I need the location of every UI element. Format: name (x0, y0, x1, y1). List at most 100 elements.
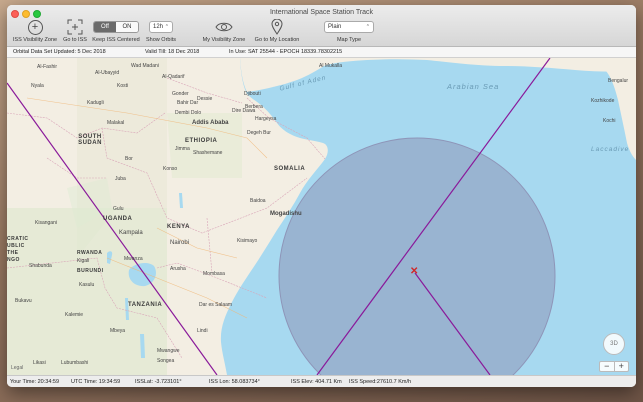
city-kozhikode: Kozhikode (591, 98, 615, 104)
city-lindi: Lindi (197, 328, 208, 334)
window-title: International Space Station Track (269, 9, 374, 16)
label-ethiopia: ETHIOPIA (185, 138, 218, 144)
go-to-my-location-label: Go to My Location (254, 37, 300, 43)
iss-elevation: ISS Elev: 404.71 Km (291, 379, 342, 385)
city-degeh-bur: Degeh Bur (247, 130, 271, 136)
city-dessie: Dessie (197, 96, 213, 102)
city-baidoa: Baidoa (250, 198, 266, 204)
city-kosti: Kosti (117, 83, 129, 89)
city-al-ubayyid: Al-Ubayyid (95, 70, 120, 76)
city-nairobi: Nairobi (170, 240, 190, 246)
label-laccadive: Laccadive (591, 146, 630, 153)
city-kisimayo: Kisimayo (237, 238, 258, 244)
city-konso: Konso (163, 166, 178, 172)
city-kisangani: Kisangani (35, 220, 57, 226)
city-mombasa: Mombasa (203, 271, 225, 277)
city-kalemie: Kalemie (65, 312, 84, 318)
city-dar-es-salaam: Dar es Salaam (199, 302, 233, 308)
iss-marker[interactable]: ✕ (410, 266, 418, 277)
data-updated: Orbital Data Set Updated: 5 Dec 2018 (13, 49, 106, 55)
city-addis-ababa: Addis Ababa (192, 120, 229, 126)
show-orbits-label: Show Orbits (146, 37, 176, 43)
city-kampala: Kampala (119, 230, 143, 236)
location-pin-icon (271, 19, 283, 35)
zoom-control: − + (599, 361, 629, 372)
city-malakal: Malakal (107, 120, 125, 126)
city-bengaluru: Bengalur (608, 78, 629, 84)
plus-circle-icon: + (27, 19, 43, 35)
iss-visibility-zone (278, 137, 556, 375)
city-likasi: Likasi (33, 360, 46, 366)
utc-time: UTC Time: 19:34:59 (71, 379, 121, 385)
chevron-updown-icon: ⌃ (365, 23, 370, 30)
my-visibility-zone-button[interactable]: My Visibility Zone (200, 19, 248, 43)
iss-visibility-zone-button[interactable]: + ISS Visibility Zone (9, 19, 61, 43)
city-berbera: Berbera (245, 104, 263, 110)
go-to-my-location-button[interactable]: Go to My Location (251, 19, 303, 43)
city-juba: Juba (115, 176, 126, 182)
city-shashemane: Shashemane (193, 150, 223, 156)
iss-speed: ISS Speed:27610.7 Km/h (349, 379, 412, 385)
label-kenya: KENYA (167, 224, 190, 230)
city-mbeya: Mbeya (110, 328, 126, 334)
label-drc: CRATIC UBLIC THE NGO (7, 236, 29, 263)
city-bukavu: Bukavu (15, 298, 32, 304)
crosshair-icon (67, 19, 83, 35)
city-songea: Songea (157, 358, 175, 364)
city-nyala: Nyala (31, 83, 44, 89)
toggle-off[interactable]: Off (94, 22, 116, 32)
city-arusha: Arusha (170, 266, 186, 272)
iss-visibility-zone-label: ISS Visibility Zone (12, 37, 58, 43)
city-mwanza: Mwanza (124, 256, 143, 262)
orbital-info-bar: Orbital Data Set Updated: 5 Dec 2018 Val… (7, 47, 636, 58)
city-al-qadarif: Al-Qadarif (162, 74, 185, 80)
keep-centered-control: Off ON Keep ISS Centered (90, 19, 142, 43)
eye-icon (215, 22, 233, 32)
city-djibouti: Djibouti (244, 91, 261, 97)
map-view[interactable]: ✕ Gulf of Aden Arabian Sea Laccadive ETH… (7, 58, 636, 375)
label-somalia: SOMALIA (274, 166, 306, 172)
keep-centered-toggle[interactable]: Off ON (93, 21, 139, 33)
city-gulu: Gulu (113, 206, 124, 212)
city-al-fashir: Al-Fashir (37, 64, 58, 70)
city-mogadishu: Mogadishu (270, 211, 302, 217)
my-visibility-zone-label: My Visibility Zone (202, 37, 246, 43)
label-arabian-sea: Arabian Sea (447, 82, 500, 91)
legal-link[interactable]: Legal (11, 365, 23, 371)
city-kasulu: Kasulu (79, 282, 95, 288)
map-type-value: Plain (328, 23, 342, 30)
chevron-updown-icon: ⌃ (164, 23, 169, 30)
city-gonder: Gonder (172, 91, 189, 97)
city-mwangwe: Mwangwe (157, 348, 180, 354)
map-type-control: Plain ⌃ Map Type (322, 19, 376, 43)
city-jimma: Jimma (175, 146, 190, 152)
zoom-out-button[interactable]: − (600, 362, 614, 371)
city-bahir-dar: Bahir Dar (177, 100, 199, 106)
compass-3d-button[interactable]: 3D (603, 333, 625, 355)
go-to-iss-button[interactable]: Go to ISS (61, 19, 89, 43)
title-bar: International Space Station Track + ISS … (7, 5, 636, 47)
iss-latitude: ISSLat: -3.723101° (135, 379, 182, 385)
show-orbits-control: 12h ⌃ Show Orbits (144, 19, 178, 43)
city-kochi: Kochi (603, 118, 616, 124)
orbits-value: 12h (153, 23, 164, 30)
city-dembi-dolo: Dembi Dolo (175, 110, 202, 116)
app-window: International Space Station Track + ISS … (7, 5, 636, 387)
city-kigali: Kigali (77, 258, 90, 264)
city-wad-madani: Wad Madani (131, 63, 159, 69)
your-time: Your Time: 20:34:59 (10, 379, 60, 385)
city-lubumbashi: Lubumbashi (61, 360, 89, 366)
map-type-select[interactable]: Plain ⌃ (324, 21, 374, 33)
status-bar: Your Time: 20:34:59 UTC Time: 19:34:59 I… (7, 375, 636, 387)
keep-centered-label: Keep ISS Centered (92, 37, 140, 43)
iss-longitude: ISS Lon: 58.083734° (209, 379, 260, 385)
city-al-mukalla: Al Mukalla (319, 63, 343, 69)
toggle-on[interactable]: ON (116, 22, 138, 32)
city-bor: Bor (125, 156, 133, 162)
label-rwanda: RWANDA (77, 250, 103, 256)
orbits-select[interactable]: 12h ⌃ (149, 21, 173, 33)
zoom-in-button[interactable]: + (613, 362, 629, 371)
label-south-sudan: SOUTH SUDAN (78, 134, 102, 146)
city-hargeysa: Hargeysa (255, 116, 277, 122)
data-in-use: In Use: SAT 25544 - EPOCH 18339.78302215 (229, 49, 343, 55)
